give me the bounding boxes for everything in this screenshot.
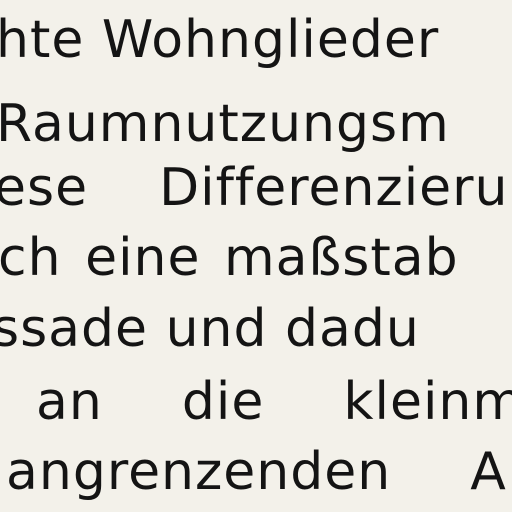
text-line-2: Raumnutzungsm [0, 94, 450, 154]
document-scan: hte Wohnglieder Raumnutzungsm ese Differ… [0, 0, 512, 512]
text-line-4: ch eine maßstab [0, 228, 459, 288]
text-line-6: an die kleinm [36, 372, 512, 432]
text-line-7: angrenzenden A [6, 442, 507, 502]
text-line-5: ssade und dadu [0, 299, 420, 359]
text-line-1: hte Wohnglieder [0, 10, 440, 70]
text-line-3: ese Differenzieru [0, 158, 509, 218]
